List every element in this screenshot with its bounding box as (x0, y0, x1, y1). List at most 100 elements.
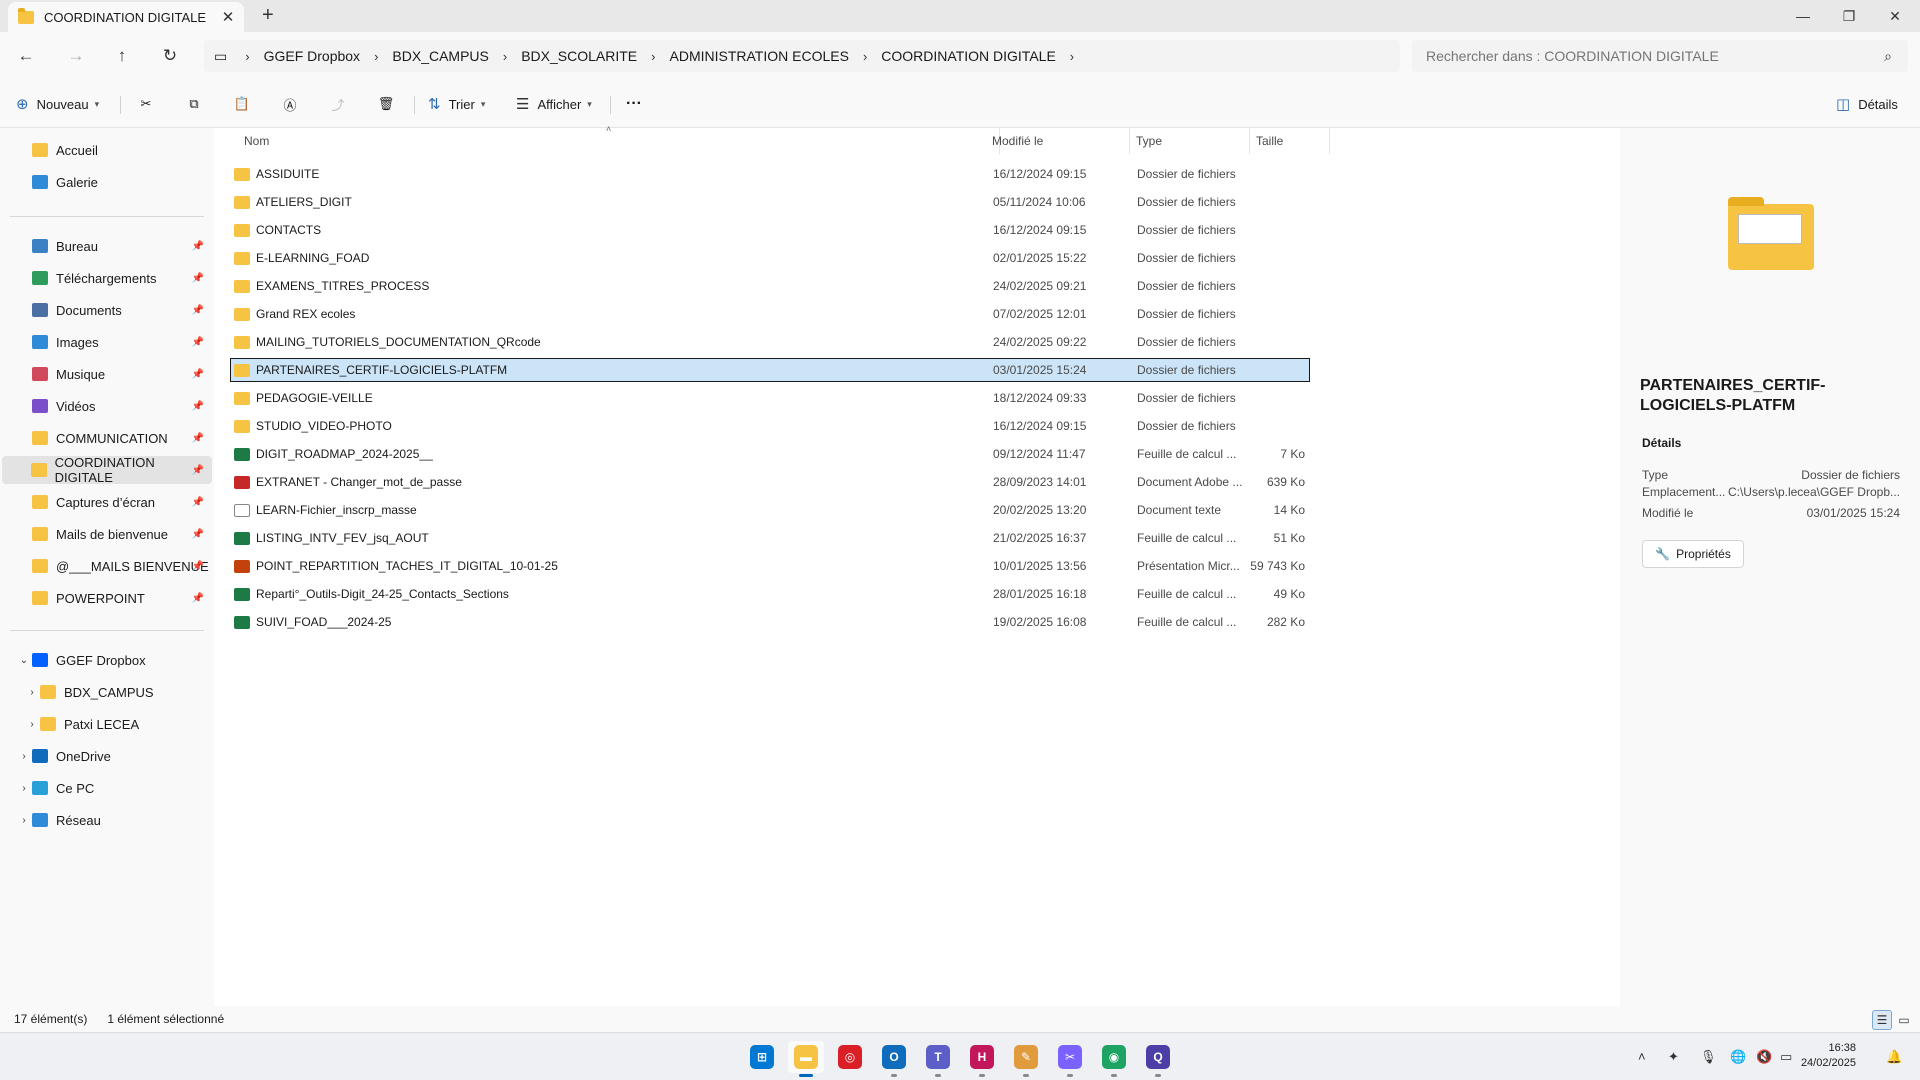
column-header-size[interactable]: Taille (1250, 128, 1330, 154)
notification-bell-icon[interactable]: 🔔 (1886, 1049, 1902, 1065)
properties-button[interactable]: 🔧 Propriétés (1642, 540, 1744, 568)
sidebar-item-coordination-digitale[interactable]: COORDINATION DIGITALE 📌 (2, 455, 212, 485)
paste-button[interactable]: 📋 (227, 90, 257, 118)
table-row[interactable]: POINT_REPARTITION_TACHES_IT_DIGITAL_10-0… (230, 554, 1310, 578)
language-icon[interactable]: 🌐 (1730, 1049, 1746, 1065)
delete-button[interactable]: 🗑 (371, 90, 401, 118)
h-app-taskbar-button[interactable]: H (964, 1041, 1000, 1077)
sidebar-item-r-seau[interactable]: › Réseau (2, 806, 212, 834)
back-button[interactable]: ← (12, 42, 40, 70)
dropbox-tray-icon[interactable]: ✦ (1668, 1049, 1679, 1065)
sidebar-item-ce-pc[interactable]: › Ce PC (2, 774, 212, 802)
table-row[interactable]: EXTRANET - Changer_mot_de_passe 28/09/202… (230, 470, 1310, 494)
tab-coordination-digitale[interactable]: COORDINATION DIGITALE ✕ (8, 2, 244, 32)
breadcrumb-item[interactable]: GGEF Dropbox (256, 48, 368, 64)
table-row[interactable]: DIGIT_ROADMAP_2024-2025__ 09/12/2024 11:4… (230, 442, 1310, 466)
chrome-taskbar-button[interactable]: ◉ (1096, 1041, 1132, 1077)
breadcrumb-item[interactable]: BDX_CAMPUS (384, 48, 496, 64)
new-button[interactable]: ⊕ Nouveau ▾ (16, 90, 99, 118)
sort-button[interactable]: ⇅ Trier ▾ (428, 90, 485, 118)
search-input[interactable] (1426, 48, 1868, 64)
table-row[interactable]: Grand REX ecoles 07/02/2025 12:01 Dossier … (230, 302, 1310, 326)
table-row[interactable]: ATELIERS_DIGIT 05/11/2024 10:06 Dossier de… (230, 190, 1310, 214)
search-box[interactable]: ⌕ (1412, 40, 1908, 72)
breadcrumb-item[interactable]: BDX_SCOLARITE (513, 48, 645, 64)
sidebar-item-ggef-dropbox[interactable]: ⌄ GGEF Dropbox (2, 646, 212, 674)
column-header-modified[interactable]: Modifié le (986, 128, 1130, 154)
sidebar-item-musique[interactable]: Musique 📌 (2, 360, 212, 388)
more-options-button[interactable]: ··· (626, 90, 642, 118)
table-row[interactable]: E-LEARNING_FOAD 02/01/2025 15:22 Dossier d… (230, 246, 1310, 270)
copy-button[interactable]: ⧉ (179, 90, 209, 118)
table-row[interactable]: MAILING_TUTORIELS_DOCUMENTATION_QRcode 24… (230, 330, 1310, 354)
sidebar-item-images[interactable]: Images 📌 (2, 328, 212, 356)
chevron-right-icon[interactable]: › (16, 815, 32, 826)
sidebar-item-communication[interactable]: COMMUNICATION 📌 (2, 424, 212, 452)
table-row[interactable]: Reparti°_Outils-Digit_24-25_Contacts_Sec… (230, 582, 1310, 606)
microphone-icon[interactable]: 🎙 (1700, 1049, 1717, 1065)
chevron-right-icon[interactable]: › (24, 687, 40, 698)
refresh-button[interactable]: ↻ (156, 42, 184, 70)
chevron-right-icon[interactable]: › (24, 719, 40, 730)
table-row[interactable]: STUDIO_VIDEO-PHOTO 16/12/2024 09:15 Dossie… (230, 414, 1310, 438)
sidebar-item-t-l-chargements[interactable]: Téléchargements 📌 (2, 264, 212, 292)
sidebar-item-captures-d-cran[interactable]: Captures d’écran 📌 (2, 488, 212, 516)
sidebar-item-documents[interactable]: Documents 📌 (2, 296, 212, 324)
snipping-tool-taskbar-button[interactable]: ✂ (1052, 1041, 1088, 1077)
sidebar-item-accueil[interactable]: Accueil (2, 136, 212, 164)
chevron-right-icon[interactable]: › (16, 751, 32, 762)
table-row[interactable]: LISTING_INTV_FEV_jsq_AOUT 21/02/2025 16:3… (230, 526, 1310, 550)
table-row[interactable]: LEARN-Fichier_inscrp_masse 20/02/2025 13:… (230, 498, 1310, 522)
address-bar[interactable]: ▭ › GGEF Dropbox › BDX_CAMPUS › BDX_SCOL… (204, 40, 1400, 72)
column-header-name[interactable]: Nom (238, 128, 1000, 154)
sidebar-item-mails-de-bienvenue[interactable]: Mails de bienvenue 📌 (2, 520, 212, 548)
table-row[interactable]: ASSIDUITE 16/12/2024 09:15 Dossier de fich… (230, 162, 1310, 186)
forward-button[interactable]: → (62, 42, 90, 70)
breadcrumb-item[interactable]: ADMINISTRATION ECOLES (662, 48, 857, 64)
creative-cloud-taskbar-button[interactable]: ◎ (832, 1041, 868, 1073)
sidebar-item-bureau[interactable]: Bureau 📌 (2, 232, 212, 260)
pen-tool-taskbar-button[interactable]: ✎ (1008, 1041, 1044, 1077)
close-window-button[interactable]: ✕ (1872, 0, 1918, 32)
sidebar-item-vid-os[interactable]: Vidéos 📌 (2, 392, 212, 420)
sidebar-item-mails-bienvenue[interactable]: @___MAILS BIENVENUE 📌 (2, 552, 212, 580)
sidebar-item-powerpoint[interactable]: POWERPOINT 📌 (2, 584, 212, 612)
battery-icon[interactable]: ▭ (1780, 1049, 1792, 1065)
qt-app-taskbar-button[interactable]: Q (1140, 1041, 1176, 1077)
file-explorer-icon: ▬ (794, 1045, 818, 1069)
view-button[interactable]: ☰ Afficher ▾ (516, 90, 592, 118)
table-row[interactable]: PARTENAIRES_CERTIF-LOGICIELS-PLATFM 03/01… (230, 358, 1310, 382)
restore-button[interactable]: ❐ (1826, 0, 1872, 32)
table-row[interactable]: CONTACTS 16/12/2024 09:15 Dossier de fichi… (230, 218, 1310, 242)
tiles-view-button[interactable]: ▭ (1894, 1010, 1914, 1030)
table-row[interactable]: EXAMENS_TITRES_PROCESS 24/02/2025 09:21 Do… (230, 274, 1310, 298)
outlook-taskbar-button[interactable]: O (876, 1041, 912, 1077)
minimize-button[interactable]: — (1780, 0, 1826, 32)
new-tab-button[interactable]: + (262, 4, 274, 27)
details-view-button[interactable]: ☰ (1872, 1010, 1892, 1030)
start-taskbar-button[interactable]: ⊞ (744, 1041, 780, 1073)
search-icon[interactable]: ⌕ (1868, 48, 1908, 65)
clock[interactable]: 16:38 24/02/2025 (1792, 1041, 1856, 1071)
up-button[interactable]: ↑ (108, 42, 136, 70)
file-explorer-taskbar-button[interactable]: ▬ (788, 1041, 824, 1077)
sidebar-item-patxi-lecea[interactable]: › Patxi LECEA (2, 710, 212, 738)
teams-taskbar-button[interactable]: T (920, 1041, 956, 1077)
chevron-down-icon[interactable]: ⌄ (16, 655, 32, 666)
sidebar-item-galerie[interactable]: Galerie (2, 168, 212, 196)
speaker-muted-icon[interactable]: 🔇 (1756, 1049, 1772, 1065)
chevron-right-icon[interactable]: › (16, 783, 32, 794)
breadcrumb-item[interactable]: COORDINATION DIGITALE (873, 48, 1064, 64)
column-header-type[interactable]: Type (1130, 128, 1250, 154)
chevron-right-icon[interactable]: › (1064, 49, 1080, 64)
sidebar-item-onedrive[interactable]: › OneDrive (2, 742, 212, 770)
show-hidden-icons-button[interactable]: ˄ (1638, 1049, 1646, 1064)
sidebar-item-bdx-campus[interactable]: › BDX_CAMPUS (2, 678, 212, 706)
cut-button[interactable]: ✂ (131, 90, 161, 118)
table-row[interactable]: PEDAGOGIE-VEILLE 18/12/2024 09:33 Dossier … (230, 386, 1310, 410)
details-button[interactable]: ◫ Détails (1836, 90, 1898, 118)
table-row[interactable]: SUIVI_FOAD___2024-25 19/02/2025 16:08 Feui… (230, 610, 1310, 634)
rename-button[interactable]: Ⓐ (275, 90, 305, 118)
close-tab-icon[interactable]: ✕ (218, 8, 238, 26)
share-button[interactable]: ⤴ (323, 90, 353, 118)
